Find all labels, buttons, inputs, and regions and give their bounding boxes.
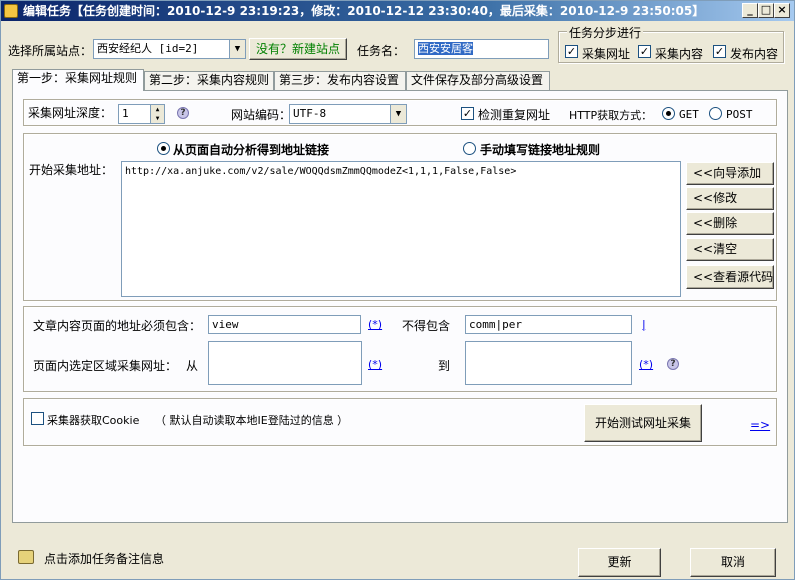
window-title: 编辑任务【任务创建时间：2010-12-9 23:19:23，修改：2010-1… <box>23 4 705 18</box>
next-arrow-link[interactable]: => <box>750 418 770 432</box>
site-label: 选择所属站点： <box>8 44 93 58</box>
close-button[interactable]: × <box>774 3 790 18</box>
encoding-select[interactable]: UTF-8 ▼ <box>289 104 407 124</box>
tab-advanced-settings[interactable]: 文件保存及部分高级设置 <box>406 71 550 90</box>
region-to-textarea[interactable] <box>465 341 632 385</box>
cancel-button[interactable]: 取消 <box>690 548 776 577</box>
step-collect-content-checkbox[interactable]: ✓ <box>638 45 651 58</box>
site-select[interactable]: 西安经纪人 [id=2] ▼ <box>93 39 246 59</box>
start-test-button[interactable]: 开始测试网址采集 <box>584 404 702 442</box>
region-to-regex-link[interactable]: (*) <box>639 358 653 371</box>
edit-url-button[interactable]: <<修改 <box>686 187 774 210</box>
task-steps-title: 任务分步进行 <box>567 24 644 41</box>
site-select-value: 西安经纪人 [id=2] <box>97 42 199 55</box>
delete-url-button[interactable]: <<删除 <box>686 212 774 235</box>
region-label: 页面内选定区域采集网址： <box>33 359 178 373</box>
tab-step3-publish-settings[interactable]: 第三步：发布内容设置 <box>274 71 406 90</box>
must-contain-label: 文章内容页面的地址必须包含： <box>33 319 202 333</box>
step-publish-checkbox[interactable]: ✓ <box>713 45 726 58</box>
not-contain-input[interactable]: comm|per <box>465 315 632 334</box>
region-from-regex-link[interactable]: (*) <box>368 358 382 371</box>
depth-stepper[interactable]: 1 ▲ ▼ <box>118 104 165 124</box>
help-icon[interactable]: ? <box>667 358 679 370</box>
from-label: 从 <box>186 359 199 373</box>
http-post-label: POST <box>726 108 753 121</box>
tab-step2-content-rules[interactable]: 第二步：采集内容规则 <box>144 71 274 90</box>
step-collect-url-checkbox[interactable]: ✓ <box>565 45 578 58</box>
task-name-input[interactable]: 西安安居客 <box>414 39 549 59</box>
clear-urls-button[interactable]: <<清空 <box>686 238 774 261</box>
minimize-button[interactable]: _ <box>742 3 758 18</box>
http-post-radio[interactable] <box>709 107 722 120</box>
new-site-button[interactable]: 没有？新建站点 <box>249 38 347 60</box>
encoding-select-value: UTF-8 <box>293 107 327 120</box>
tab-step1-url-rules[interactable]: 第一步：采集网址规则 <box>12 69 144 91</box>
not-contain-value: comm|per <box>469 318 522 331</box>
title-bar: 编辑任务【任务创建时间：2010-12-9 23:19:23，修改：2010-1… <box>1 1 794 21</box>
view-source-button[interactable]: <<查看源代码 <box>686 265 774 289</box>
step-publish-label: 发布内容 <box>730 47 779 61</box>
encoding-label: 网站编码： <box>231 108 292 122</box>
note-icon[interactable] <box>18 550 34 564</box>
chevron-down-icon[interactable]: ▼ <box>390 105 406 123</box>
step-collect-url-label: 采集网址 <box>582 47 631 61</box>
start-url-textarea[interactable]: http://xa.anjuke.com/v2/sale/WOQQdsmZmmQ… <box>121 161 681 297</box>
mode-manual-label: 手动填写链接地址规则 <box>480 143 601 157</box>
task-name-label: 任务名： <box>357 44 406 58</box>
task-name-value: 西安安居客 <box>418 42 473 55</box>
mode-auto-radio[interactable] <box>157 142 170 155</box>
not-contain-label: 不得包含 <box>402 319 451 333</box>
chevron-down-icon[interactable]: ▼ <box>229 40 245 58</box>
not-contain-pipe-link[interactable]: | <box>642 318 646 331</box>
update-button[interactable]: 更新 <box>578 548 661 577</box>
add-note-link[interactable]: 点击添加任务备注信息 <box>44 550 164 567</box>
http-get-label: GET <box>679 108 699 121</box>
mode-auto-label: 从页面自动分析得到地址链接 <box>173 143 330 157</box>
depth-value: 1 <box>122 107 129 120</box>
cookie-checkbox[interactable] <box>31 412 44 425</box>
check-duplicate-label: 检测重复网址 <box>478 108 551 122</box>
cookie-label: 采集器获取Cookie <box>47 414 140 427</box>
depth-label: 采集网址深度： <box>28 106 113 120</box>
must-contain-value: view <box>212 318 239 331</box>
must-contain-regex-link[interactable]: (*) <box>368 318 382 331</box>
start-url-label: 开始采集地址： <box>29 163 114 177</box>
cookie-hint: （ 默认自动读取本地IE登陆过的信息 ） <box>155 414 349 427</box>
mode-manual-radio[interactable] <box>463 142 476 155</box>
wizard-add-button[interactable]: <<向导添加 <box>686 162 774 185</box>
step-collect-content-label: 采集内容 <box>655 47 704 61</box>
http-get-radio[interactable] <box>662 107 675 120</box>
maximize-button[interactable]: □ <box>758 3 774 18</box>
region-from-textarea[interactable] <box>208 341 362 385</box>
must-contain-input[interactable]: view <box>208 315 361 334</box>
help-icon[interactable]: ? <box>177 107 189 119</box>
stepper-arrows-icon[interactable]: ▲ ▼ <box>150 105 164 123</box>
check-duplicate-checkbox[interactable]: ✓ <box>461 107 474 120</box>
edit-task-window: 编辑任务【任务创建时间：2010-12-9 23:19:23，修改：2010-1… <box>0 0 795 580</box>
to-label: 到 <box>438 359 451 373</box>
start-url-value: http://xa.anjuke.com/v2/sale/WOQQdsmZmmQ… <box>125 166 517 177</box>
http-method-label: HTTP获取方式： <box>569 109 653 122</box>
app-icon <box>4 4 18 18</box>
